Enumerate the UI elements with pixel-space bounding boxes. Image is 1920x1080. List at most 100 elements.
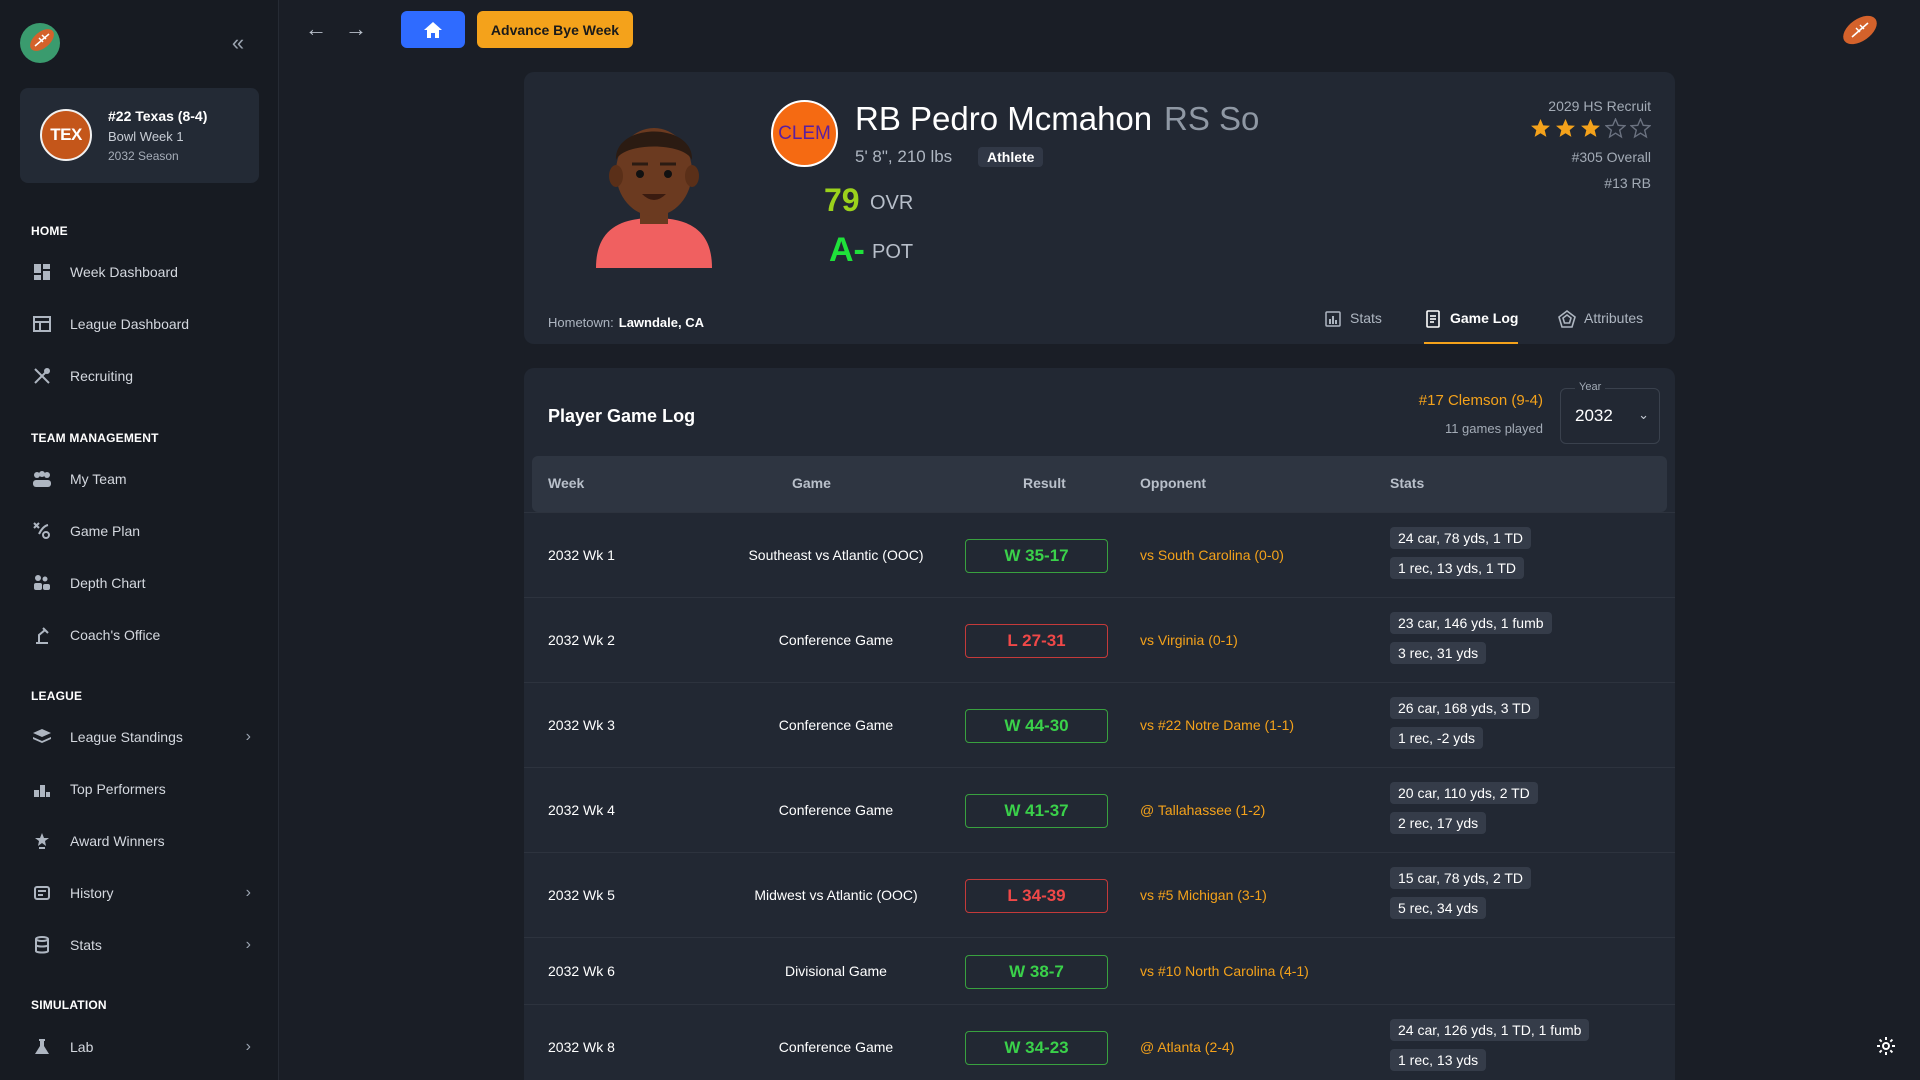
forward-arrow-icon[interactable]: → (345, 16, 367, 42)
opponent-link[interactable]: vs #10 North Carolina (4-1) (1140, 963, 1309, 979)
week-cell: 2032 Wk 6 (548, 962, 615, 979)
stat-pill: 1 rec, 13 yds (1390, 1049, 1487, 1071)
table-row[interactable]: 2032 Wk 8 Conference Game W 34-23 @ Atlanta… (524, 1004, 1675, 1080)
column-header-week: Week (548, 475, 585, 491)
table-row[interactable]: 2032 Wk 6 Divisional Game W 38-7 vs #10 Nor… (524, 937, 1675, 1004)
recruiting-icon (31, 365, 53, 387)
table-header: Week Game Result Opponent Stats (532, 456, 1667, 512)
back-arrow-icon[interactable]: ← (305, 16, 327, 42)
player-tag: Athlete (978, 147, 1044, 167)
overall-rank: #305 Overall (1571, 149, 1651, 165)
week-cell: 2032 Wk 1 (548, 546, 615, 563)
document-icon (1426, 310, 1440, 328)
sidebar-item-depth-chart[interactable]: Depth Chart (31, 568, 251, 598)
ovr-value: 79 (824, 182, 860, 218)
pot-value: A- (829, 231, 865, 269)
chevron-right-icon: › (245, 1038, 251, 1055)
star-filled-icon (1556, 119, 1575, 137)
year-select[interactable]: Year 2032 ⌄ (1560, 381, 1660, 444)
position-rank: #13 RB (1604, 175, 1651, 191)
game-log-card: Player Game Log #17 Clemson (9-4) 11 gam… (524, 368, 1675, 1080)
stat-pill: 15 car, 78 yds, 2 TD (1390, 867, 1532, 889)
result-badge[interactable]: L 27-31 (965, 623, 1108, 658)
team-title: #22 Texas (8-4) (108, 108, 208, 124)
app-logo-icon[interactable] (19, 22, 61, 64)
table-row[interactable]: 2032 Wk 1 Southeast vs Atlantic (OOC) W 35… (524, 512, 1675, 597)
depth-chart-icon (31, 572, 53, 594)
sidebar-item-label: League Dashboard (70, 316, 190, 332)
table-row[interactable]: 2032 Wk 4 Conference Game W 41-37 @ Tallaha… (524, 767, 1675, 852)
football-icon[interactable] (1838, 10, 1882, 50)
stat-pill: 3 rec, 31 yds (1390, 642, 1487, 664)
recruit-year: 2029 HS Recruit (1548, 98, 1651, 114)
dashboard-icon (31, 261, 53, 283)
stat-pill: 1 rec, -2 yds (1390, 727, 1484, 749)
opponent-link[interactable]: vs #5 Michigan (3-1) (1140, 887, 1267, 903)
pot-label: POT (872, 241, 914, 263)
opponent-link[interactable]: @ Tallahassee (1-2) (1140, 802, 1265, 818)
star-empty-icon (1630, 118, 1651, 139)
tab-attributes[interactable]: Attributes (1558, 310, 1643, 344)
table-row[interactable]: 2032 Wk 2 Conference Game L 27-31 vs Virgin… (524, 597, 1675, 682)
opponent-link[interactable]: vs Virginia (0-1) (1140, 632, 1238, 648)
column-header-opponent: Opponent (1140, 475, 1207, 491)
table-icon (31, 313, 53, 335)
stat-pill: 23 car, 146 yds, 1 fumb (1390, 612, 1552, 634)
stat-pill: 5 rec, 34 yds (1390, 897, 1487, 919)
table-row[interactable]: 2032 Wk 3 Conference Game W 44-30 vs #22 No… (524, 682, 1675, 767)
pentagon-icon (1558, 310, 1576, 328)
sidebar-item-award-winners[interactable]: Award Winners (31, 826, 251, 856)
tab-label: Game Log (1450, 310, 1519, 326)
sidebar-item-label: Depth Chart (70, 575, 146, 591)
settings-gear-icon[interactable] (1876, 1036, 1896, 1056)
flask-icon (31, 1036, 53, 1058)
opponent-link[interactable]: vs South Carolina (0-0) (1140, 547, 1284, 563)
player-name: RB Pedro Mcmahon (855, 100, 1153, 137)
opponent-link[interactable]: vs #22 Notre Dame (1-1) (1140, 717, 1294, 733)
tab-label: Attributes (1584, 310, 1644, 326)
sidebar-item-label: Award Winners (70, 833, 165, 849)
stat-pill: 20 car, 110 yds, 2 TD (1390, 782, 1538, 804)
sidebar-item-label: Top Performers (70, 781, 166, 797)
stat-pill: 26 car, 168 yds, 3 TD (1390, 697, 1539, 719)
sidebar-item-week-dashboard[interactable]: Week Dashboard (31, 257, 251, 287)
advance-bye-week-button[interactable]: Advance Bye Week (477, 11, 633, 48)
home-button[interactable] (401, 11, 465, 48)
sidebar-item-recruiting[interactable]: Recruiting (31, 361, 251, 391)
sidebar-item-league-dashboard[interactable]: League Dashboard (31, 309, 251, 339)
sidebar-item-history[interactable]: History › (31, 878, 251, 908)
sidebar-item-game-plan[interactable]: Game Plan (31, 516, 251, 546)
year-value: 2032 (1575, 406, 1613, 425)
sidebar-item-label: My Team (70, 471, 127, 487)
column-header-game: Game (792, 475, 831, 491)
result-badge[interactable]: W 35-17 (965, 538, 1108, 573)
tab-game-log[interactable]: Game Log (1424, 310, 1519, 344)
team-card[interactable]: TEX #22 Texas (8-4) Bowl Week 1 2032 Sea… (20, 88, 259, 183)
sidebar-item-stats[interactable]: Stats › (31, 930, 251, 960)
desk-lamp-icon (31, 624, 53, 646)
star-empty-icon (1605, 118, 1626, 139)
layers-icon (31, 726, 53, 748)
sidebar-item-league-standings[interactable]: League Standings › (31, 722, 251, 752)
team-icon (31, 468, 53, 490)
section-league: LEAGUE (31, 689, 83, 703)
sidebar-item-lab[interactable]: Lab › (31, 1032, 251, 1062)
result-badge[interactable]: W 38-7 (965, 954, 1108, 989)
sidebar-item-my-team[interactable]: My Team (31, 464, 251, 494)
sidebar-item-top-performers[interactable]: Top Performers (31, 774, 251, 804)
game-log-team[interactable]: #17 Clemson (9-4) (1419, 392, 1543, 409)
tab-stats[interactable]: Stats (1324, 310, 1382, 344)
stat-pill: 1 rec, 13 yds, 1 TD (1390, 557, 1525, 579)
sidebar-item-label: Recruiting (70, 368, 134, 384)
chevron-right-icon: › (245, 936, 251, 953)
collapse-sidebar-icon[interactable]: « (226, 32, 250, 56)
result-badge[interactable]: W 44-30 (965, 708, 1108, 743)
result-badge[interactable]: W 34-23 (965, 1030, 1108, 1065)
column-header-stats: Stats (1390, 475, 1425, 491)
sidebar-item-coaches-office[interactable]: Coach's Office (31, 620, 251, 650)
table-row[interactable]: 2032 Wk 5 Midwest vs Atlantic (OOC) L 34-3… (524, 852, 1675, 937)
result-badge[interactable]: L 34-39 (965, 878, 1108, 913)
opponent-link[interactable]: @ Atlanta (2-4) (1140, 1039, 1234, 1055)
result-badge[interactable]: W 41-37 (965, 793, 1108, 828)
sidebar-item-label: Lab (70, 1039, 94, 1055)
